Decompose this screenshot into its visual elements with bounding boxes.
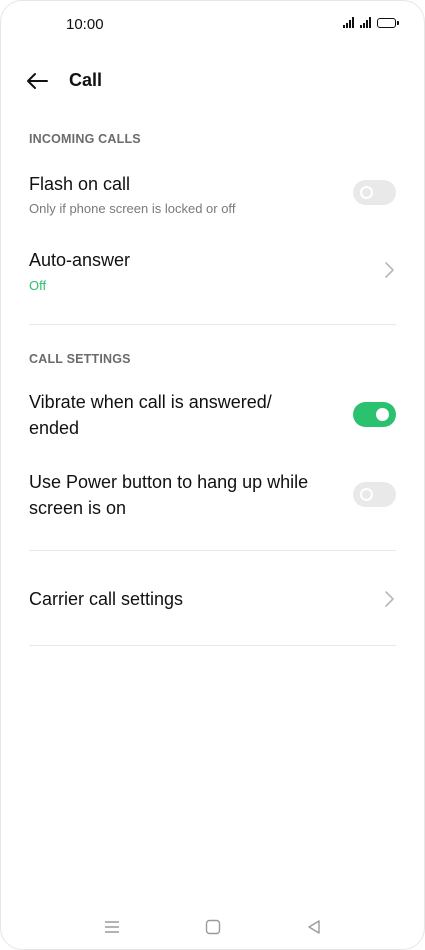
power-button-row[interactable]: Use Power button to hang up while screen… (1, 467, 424, 523)
signal-icon (360, 17, 371, 28)
auto-answer-title: Auto-answer (29, 250, 131, 270)
vibrate-toggle[interactable] (353, 402, 396, 427)
chevron-right-icon (385, 591, 394, 607)
section-header-incoming-calls: INCOMING CALLS (29, 132, 141, 146)
carrier-call-settings-title: Carrier call settings (29, 589, 184, 609)
flash-on-call-title: Flash on call (29, 174, 131, 194)
auto-answer-value: Off (29, 278, 47, 293)
back-button[interactable] (25, 69, 51, 93)
app-header: Call (1, 61, 424, 101)
power-button-title-line1: Use Power button to hang up while (29, 472, 309, 492)
section-header-call-settings: CALL SETTINGS (29, 352, 131, 366)
call-settings-screen: 10:00 Call INCOMING CALLS Flash on call … (0, 0, 425, 950)
signal-icon (343, 17, 354, 28)
divider (29, 550, 396, 551)
battery-icon (377, 17, 399, 28)
divider (29, 324, 396, 325)
flash-on-call-toggle[interactable] (353, 180, 396, 205)
flash-on-call-row[interactable]: Flash on call Only if phone screen is lo… (1, 167, 424, 227)
divider (29, 645, 396, 646)
carrier-call-settings-row[interactable]: Carrier call settings (1, 577, 424, 621)
toggle-knob (360, 488, 373, 501)
home-icon[interactable] (205, 919, 221, 935)
arrow-left-icon (27, 73, 48, 89)
vibrate-row[interactable]: Vibrate when call is answered/ ended (1, 387, 424, 443)
toggle-knob (376, 408, 389, 421)
back-triangle-icon[interactable] (306, 919, 322, 935)
page-title: Call (69, 70, 103, 90)
flash-on-call-subtitle: Only if phone screen is locked or off (29, 201, 236, 216)
vibrate-title-line1: Vibrate when call is answered/ (29, 392, 272, 412)
power-button-toggle[interactable] (353, 482, 396, 507)
vibrate-title-line2: ended (29, 418, 80, 438)
status-bar: 10:00 (1, 1, 424, 47)
power-button-title-line2: screen is on (29, 498, 127, 518)
status-time: 10:00 (66, 16, 104, 33)
auto-answer-row[interactable]: Auto-answer Off (1, 244, 424, 304)
navigation-bar (1, 905, 424, 949)
menu-icon[interactable] (104, 919, 120, 935)
toggle-knob (360, 186, 373, 199)
chevron-right-icon (385, 262, 394, 278)
status-icons (343, 17, 399, 28)
